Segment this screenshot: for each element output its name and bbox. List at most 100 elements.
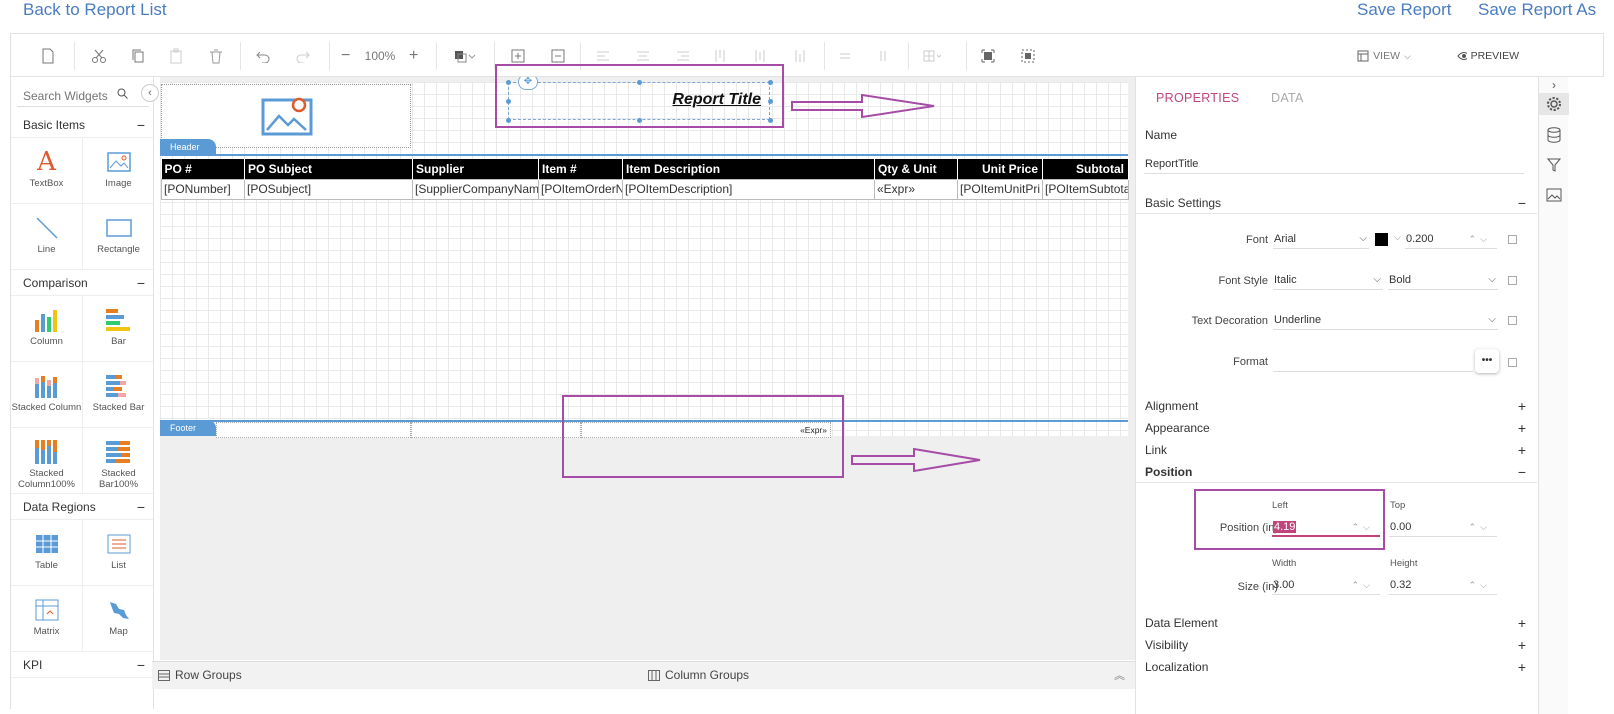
expand-icon[interactable]: + (1518, 634, 1526, 656)
zoom-out-icon[interactable]: − (341, 46, 350, 66)
format-more-button[interactable]: ••• (1475, 349, 1499, 373)
spinner-icon[interactable]: ⌃⌵ (1469, 517, 1491, 537)
table-cell[interactable]: [SupplierCompanyNam (412, 178, 539, 200)
size-height-input[interactable]: 0.32 ⌃⌵ (1389, 575, 1497, 595)
header-band-tag[interactable]: Header (160, 139, 216, 155)
expand-icon[interactable]: + (1518, 439, 1526, 461)
font-family-select[interactable]: Arial ⌵ (1273, 229, 1369, 249)
delete-icon[interactable] (209, 46, 223, 66)
table-cell[interactable]: [POItemUnitPri (957, 178, 1043, 200)
view-menu[interactable]: VIEW ⌵ (1354, 46, 1414, 66)
widget-bar[interactable]: Bar (83, 296, 153, 362)
po-table[interactable]: PO # PO Subject Supplier Item # Item Des… (161, 159, 1129, 200)
footer-cell[interactable] (216, 422, 411, 438)
properties-gear-icon[interactable] (1539, 93, 1569, 115)
widget-map[interactable]: Map (83, 586, 153, 652)
widget-stacked-column[interactable]: Stacked Column (11, 362, 83, 428)
data-source-icon[interactable] (1544, 125, 1564, 145)
widget-textbox[interactable]: A TextBox (11, 138, 83, 204)
spinner-icon[interactable]: ⌃⌵ (1352, 517, 1374, 537)
fit-page-icon[interactable] (1021, 46, 1035, 66)
align-center-icon[interactable] (636, 46, 650, 66)
order-icon[interactable] (454, 46, 476, 66)
widget-rectangle[interactable]: Rectangle (83, 204, 153, 270)
widget-list[interactable]: List (83, 520, 153, 586)
cut-icon[interactable] (91, 46, 107, 66)
resize-handle[interactable] (637, 80, 642, 85)
search-icon[interactable] (117, 86, 128, 104)
table-header-cell[interactable]: Subtotal (1042, 159, 1129, 179)
category-kpi[interactable]: KPI − (11, 652, 153, 678)
collapse-icon[interactable]: − (137, 494, 145, 520)
text-decoration-select[interactable]: Underline ⌵ (1273, 310, 1498, 330)
fit-width-icon[interactable] (981, 46, 995, 66)
resize-handle[interactable] (768, 80, 773, 85)
text-decoration-checkbox[interactable] (1508, 316, 1517, 325)
collapse-icon[interactable]: − (137, 112, 145, 138)
position-top-input[interactable]: 0.00 ⌃⌵ (1389, 517, 1497, 537)
copy-icon[interactable] (131, 46, 145, 66)
resize-handle[interactable] (506, 99, 511, 104)
section-appearance[interactable]: Appearance + (1136, 417, 1537, 439)
font-color-swatch[interactable] (1375, 233, 1388, 246)
widget-table[interactable]: Table (11, 520, 83, 586)
align-top-icon[interactable] (714, 46, 726, 66)
collapse-icon[interactable]: − (1518, 461, 1526, 483)
insert-row-above-icon[interactable] (511, 46, 525, 66)
align-middle-icon[interactable] (754, 46, 766, 66)
table-header-cell[interactable]: Qty & Unit (874, 159, 958, 179)
footer-cell[interactable] (411, 422, 581, 438)
paste-icon[interactable] (169, 46, 183, 66)
grid-layout-icon[interactable] (923, 46, 943, 66)
name-field[interactable]: ReportTitle (1144, 154, 1524, 174)
row-groups-toggle[interactable]: Row Groups (158, 668, 242, 682)
font-weight-select[interactable]: Bold ⌵ (1388, 270, 1498, 290)
distribute-vertical-icon[interactable] (877, 46, 889, 66)
footer-expr-textbox[interactable]: «Expr» (581, 422, 831, 438)
widget-stacked-column100[interactable]: Stacked Column100% (11, 428, 83, 494)
font-size-input[interactable]: 0.200 ⌃⌵ (1405, 229, 1497, 249)
section-visibility[interactable]: Visibility + (1136, 634, 1537, 656)
expand-icon[interactable]: + (1518, 612, 1526, 634)
table-cell[interactable]: [POSubject] (244, 178, 413, 200)
resize-handle[interactable] (637, 118, 642, 123)
category-basic-items[interactable]: Basic Items − (11, 112, 153, 138)
table-cell[interactable]: [POItemDescription] (622, 178, 875, 200)
align-bottom-icon[interactable] (794, 46, 806, 66)
category-comparison[interactable]: Comparison − (11, 270, 153, 296)
table-header-cell[interactable]: PO # (161, 159, 245, 179)
section-position[interactable]: Position − (1136, 461, 1537, 483)
section-basic-settings[interactable]: Basic Settings − (1136, 192, 1537, 214)
filter-icon[interactable] (1544, 155, 1564, 175)
search-widgets-input[interactable] (17, 85, 149, 107)
report-title-textbox[interactable]: Report Title (506, 80, 773, 123)
position-left-input[interactable]: 4.19 ⌃⌵ (1272, 517, 1380, 537)
resize-handle[interactable] (506, 80, 511, 85)
expand-icon[interactable]: + (1518, 656, 1526, 678)
save-report-link[interactable]: Save Report (1357, 0, 1452, 20)
resize-handle[interactable] (768, 118, 773, 123)
align-right-icon[interactable] (676, 46, 690, 66)
spinner-icon[interactable]: ⌃⌵ (1469, 229, 1491, 249)
expand-groups-icon[interactable]: ︽ (1114, 667, 1125, 683)
resize-handle[interactable] (506, 118, 511, 123)
table-cell[interactable]: [POItemSubtota (1042, 178, 1129, 200)
column-groups-toggle[interactable]: Column Groups (648, 668, 749, 682)
font-style-checkbox[interactable] (1508, 276, 1517, 285)
size-width-input[interactable]: 3.00 ⌃⌵ (1272, 575, 1380, 595)
widget-line[interactable]: Line (11, 204, 83, 270)
font-checkbox[interactable] (1508, 235, 1517, 244)
section-alignment[interactable]: Alignment + (1136, 395, 1537, 417)
zoom-in-icon[interactable]: + (409, 46, 418, 66)
table-header-cell[interactable]: Unit Price (957, 159, 1043, 179)
report-canvas[interactable]: Report Title ✥ Header PO # PO Subject Su… (160, 77, 1129, 438)
table-cell[interactable]: [PONumber] (161, 178, 245, 200)
resize-handle[interactable] (768, 99, 773, 104)
tab-data[interactable]: DATA (1271, 91, 1304, 105)
chevron-down-icon[interactable]: ⌵ (1394, 232, 1401, 243)
image-manager-icon[interactable] (1544, 185, 1564, 205)
tab-properties[interactable]: PROPERTIES (1156, 91, 1239, 105)
table-header-cell[interactable]: PO Subject (244, 159, 413, 179)
table-header-cell[interactable]: Item Description (622, 159, 875, 179)
table-cell[interactable]: [POItemOrderN (538, 178, 623, 200)
